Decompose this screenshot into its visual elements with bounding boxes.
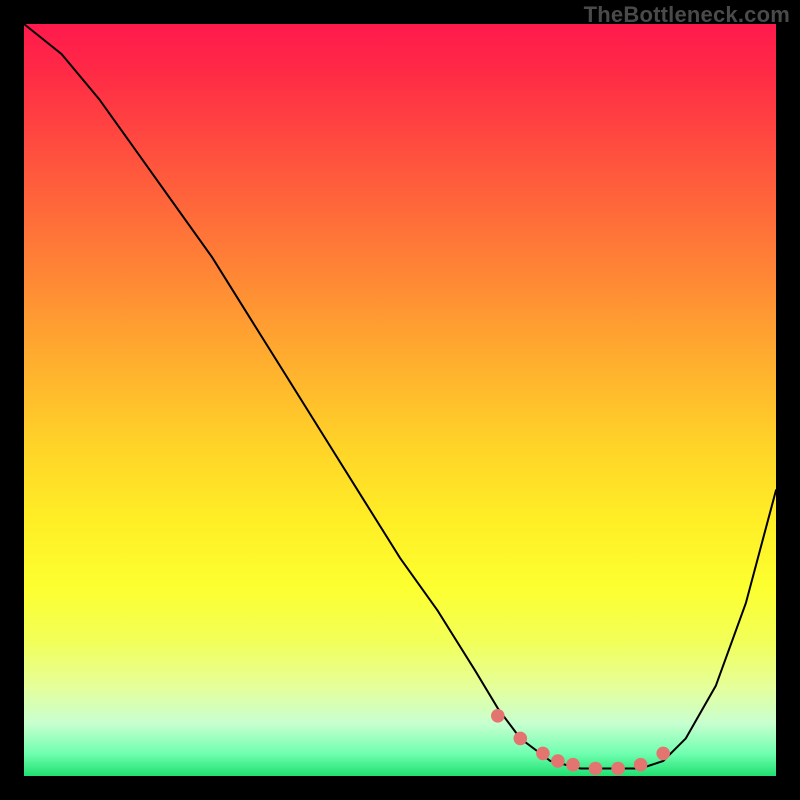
- watermark-label: TheBottleneck.com: [584, 2, 790, 28]
- curve-marker: [634, 758, 648, 772]
- curve-marker: [491, 709, 505, 723]
- curve-marker: [656, 747, 670, 761]
- curve-marker: [536, 747, 550, 761]
- curve-marker: [551, 754, 565, 768]
- curve-marker: [589, 762, 603, 776]
- curve-marker: [566, 758, 580, 772]
- curve-marker: [514, 732, 528, 746]
- chart-svg: [24, 24, 776, 776]
- chart-frame: TheBottleneck.com: [0, 0, 800, 800]
- bottleneck-curve: [24, 24, 776, 769]
- chart-plot-area: [24, 24, 776, 776]
- curve-markers: [491, 709, 670, 775]
- curve-marker: [611, 762, 625, 776]
